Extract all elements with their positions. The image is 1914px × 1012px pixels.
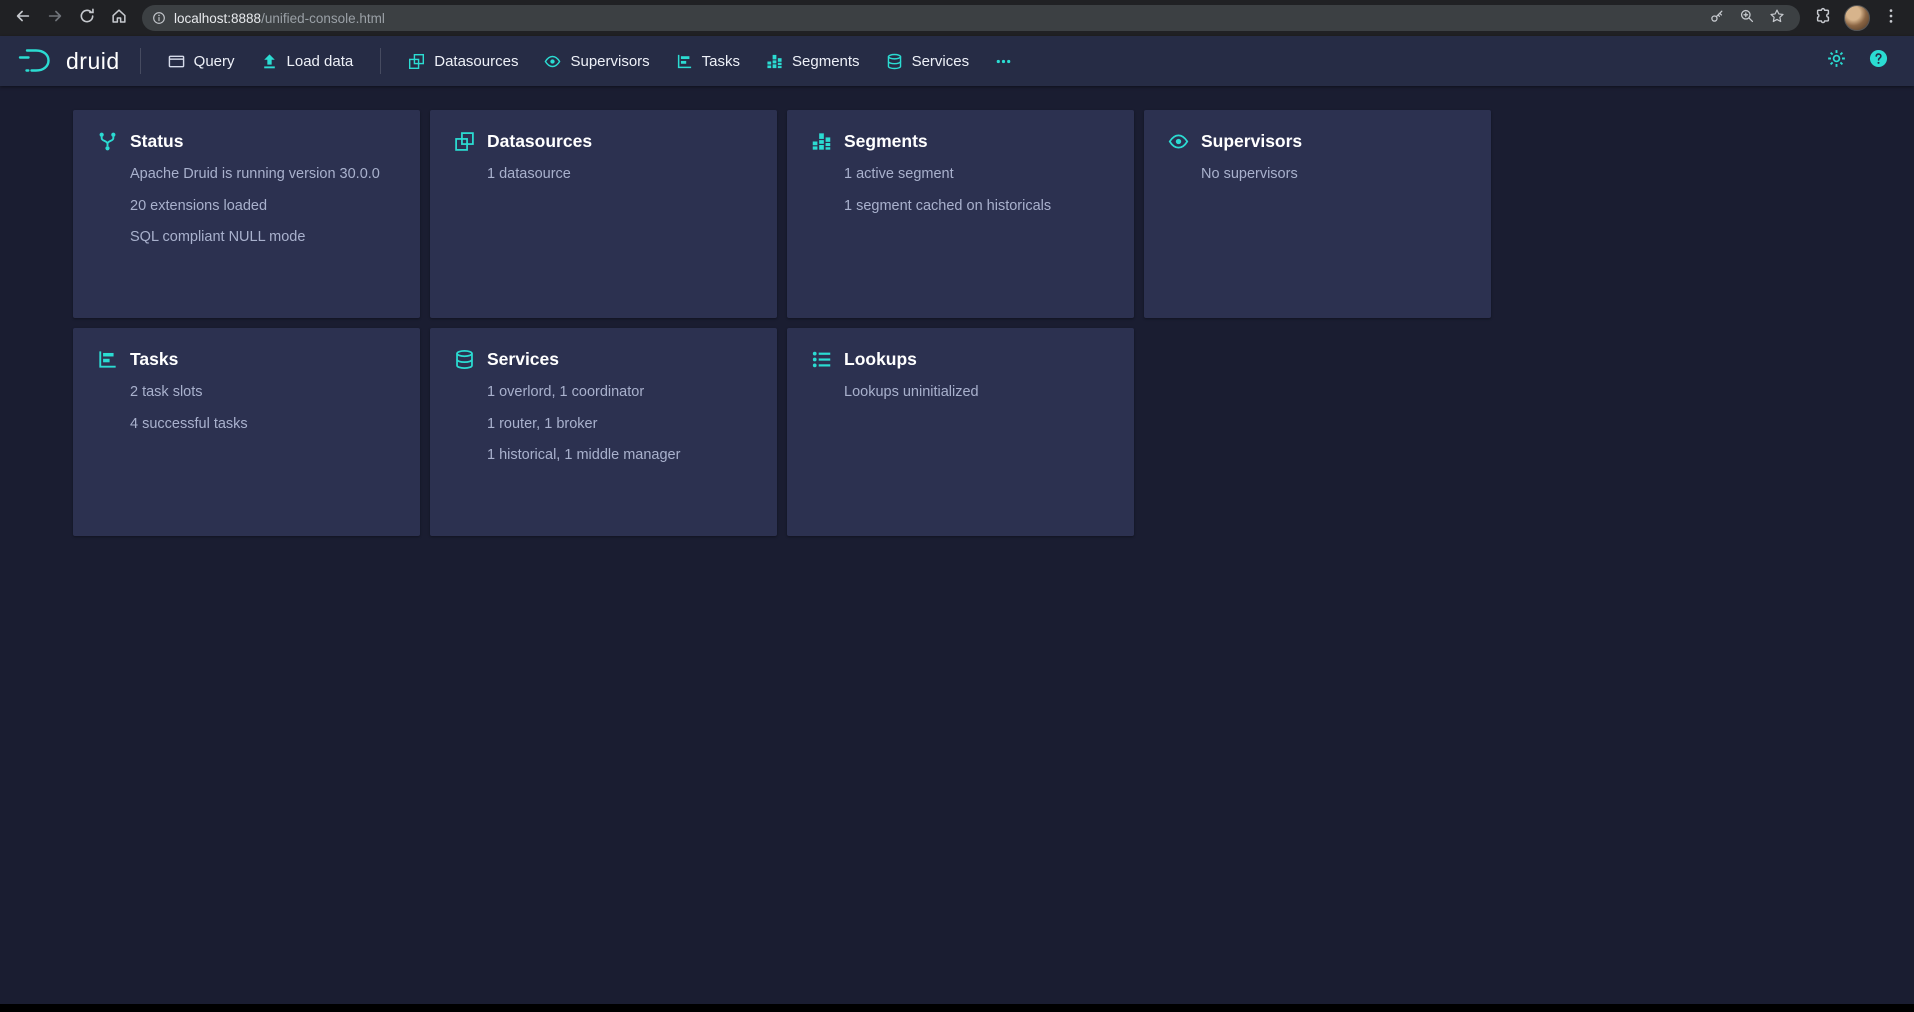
card-line: SQL compliant NULL mode — [130, 228, 396, 248]
card-line: 1 active segment — [844, 165, 1110, 185]
browser-toolbar: localhost:8888/unified-console.html — [0, 0, 1914, 36]
segments-icon — [766, 53, 783, 70]
reload-icon — [78, 7, 96, 30]
lookups-icon — [811, 349, 832, 370]
navbar-item-query[interactable]: Query — [155, 36, 248, 86]
browser-menu-button[interactable] — [1876, 3, 1906, 33]
navbar-item-label: Datasources — [434, 53, 518, 70]
avatar[interactable] — [1844, 5, 1870, 31]
url-host: localhost:8888 — [174, 11, 261, 26]
reload-button[interactable] — [72, 3, 102, 33]
zoom-icon — [1739, 8, 1755, 29]
card-line: 20 extensions loaded — [130, 197, 396, 217]
menu-dots-icon — [1882, 7, 1900, 30]
navbar-item-tasks[interactable]: Tasks — [663, 36, 753, 86]
card-services[interactable]: Services 1 overlord, 1 coordinator 1 rou… — [430, 328, 777, 536]
card-line: 1 router, 1 broker — [487, 415, 753, 435]
more-icon — [995, 53, 1012, 70]
help-button[interactable] — [1862, 45, 1894, 77]
forward-button[interactable] — [40, 3, 70, 33]
card-title: Tasks — [130, 349, 178, 370]
home-view: Status Apache Druid is running version 3… — [0, 86, 1914, 1004]
forward-icon — [46, 7, 64, 30]
segments-icon — [811, 131, 832, 152]
zoom-button[interactable] — [1734, 5, 1760, 31]
info-icon[interactable] — [152, 11, 166, 25]
druid-logo-icon — [16, 46, 58, 76]
star-icon — [1769, 8, 1785, 29]
navbar-item-load-data[interactable]: Load data — [248, 36, 367, 86]
card-line: 1 overlord, 1 coordinator — [487, 383, 753, 403]
druid-brand[interactable]: druid — [16, 46, 120, 76]
back-button[interactable] — [8, 3, 38, 33]
card-line: No supervisors — [1201, 165, 1467, 185]
card-title: Datasources — [487, 131, 592, 152]
services-icon — [454, 349, 475, 370]
druid-navbar: druid Query Load data Datasources Superv… — [0, 36, 1914, 86]
datasources-icon — [408, 53, 425, 70]
tasks-icon — [676, 53, 693, 70]
card-line: 1 datasource — [487, 165, 753, 185]
card-title: Supervisors — [1201, 131, 1302, 152]
url-path: /unified-console.html — [261, 11, 385, 26]
password-key-button[interactable] — [1704, 5, 1730, 31]
help-icon — [1869, 49, 1888, 73]
tasks-icon — [97, 349, 118, 370]
card-line: Lookups uninitialized — [844, 383, 1110, 403]
navbar-item-label: Tasks — [702, 53, 740, 70]
supervisors-icon — [1168, 131, 1189, 152]
urlbar-actions — [1704, 5, 1790, 31]
home-button[interactable] — [104, 3, 134, 33]
key-icon — [1709, 8, 1725, 29]
card-title: Status — [130, 131, 183, 152]
card-line: 1 historical, 1 middle manager — [487, 446, 753, 466]
card-title: Segments — [844, 131, 928, 152]
supervisors-icon — [544, 53, 561, 70]
card-tasks[interactable]: Tasks 2 task slots 4 successful tasks — [73, 328, 420, 536]
card-title: Lookups — [844, 349, 917, 370]
navbar-item-label: Query — [194, 53, 235, 70]
browser-window: localhost:8888/unified-console.html drui… — [0, 0, 1914, 1012]
divider — [140, 48, 141, 74]
url-bar[interactable]: localhost:8888/unified-console.html — [142, 5, 1800, 31]
status-card-grid: Status Apache Druid is running version 3… — [73, 110, 1513, 536]
card-supervisors[interactable]: Supervisors No supervisors — [1144, 110, 1491, 318]
card-title: Services — [487, 349, 559, 370]
navbar-right — [1820, 45, 1898, 77]
navbar-item-services[interactable]: Services — [873, 36, 983, 86]
window-bottom-edge — [0, 1004, 1914, 1012]
extensions-button[interactable] — [1808, 3, 1838, 33]
query-icon — [168, 53, 185, 70]
card-line: 1 segment cached on historicals — [844, 197, 1110, 217]
card-line: 4 successful tasks — [130, 415, 396, 435]
card-status[interactable]: Status Apache Druid is running version 3… — [73, 110, 420, 318]
navbar-item-label: Supervisors — [570, 53, 649, 70]
navbar-item-label: Segments — [792, 53, 860, 70]
datasources-icon — [454, 131, 475, 152]
home-icon — [110, 7, 128, 30]
settings-button[interactable] — [1820, 45, 1852, 77]
navbar-item-datasources[interactable]: Datasources — [395, 36, 531, 86]
status-fork-icon — [97, 131, 118, 152]
gear-icon — [1827, 49, 1846, 73]
card-line: Apache Druid is running version 30.0.0 — [130, 165, 396, 185]
navbar-item-label: Services — [912, 53, 970, 70]
card-line: 2 task slots — [130, 383, 396, 403]
divider — [380, 48, 381, 74]
brand-wordmark: druid — [66, 48, 120, 75]
navbar-item-more[interactable] — [982, 36, 1025, 86]
navbar-item-label: Load data — [287, 53, 354, 70]
navbar-item-segments[interactable]: Segments — [753, 36, 873, 86]
bookmark-star-button[interactable] — [1764, 5, 1790, 31]
card-datasources[interactable]: Datasources 1 datasource — [430, 110, 777, 318]
card-segments[interactable]: Segments 1 active segment 1 segment cach… — [787, 110, 1134, 318]
url-text: localhost:8888/unified-console.html — [174, 11, 1696, 26]
back-icon — [14, 7, 32, 30]
card-lookups[interactable]: Lookups Lookups uninitialized — [787, 328, 1134, 536]
extensions-icon — [1814, 7, 1832, 30]
services-icon — [886, 53, 903, 70]
navbar-item-supervisors[interactable]: Supervisors — [531, 36, 662, 86]
load-data-icon — [261, 53, 278, 70]
